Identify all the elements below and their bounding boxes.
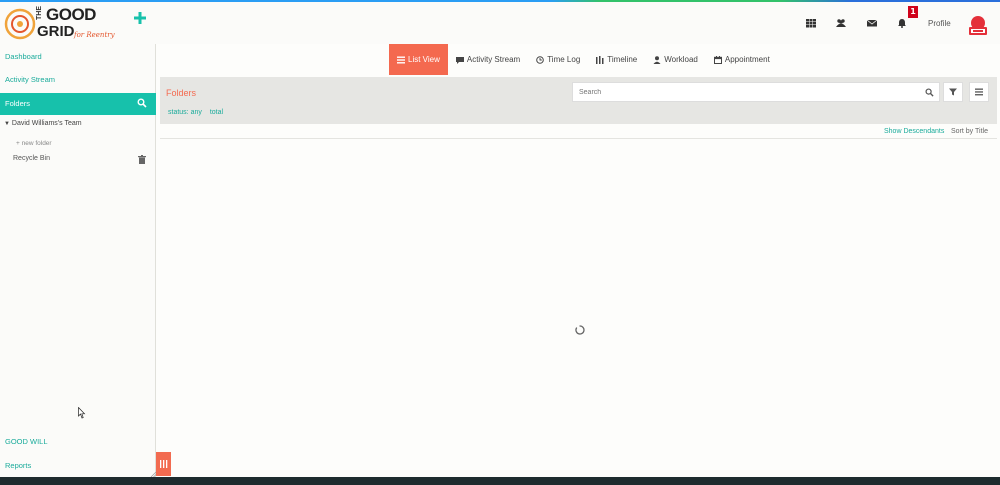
tab-workload[interactable]: Workload	[645, 44, 706, 75]
folders-label: Folders	[5, 99, 31, 108]
sidebar-item-reports[interactable]: Reports	[5, 461, 31, 470]
team-label: David Williams's Team	[11, 120, 82, 127]
logo-line-2: GOOD	[46, 5, 96, 24]
timeline-icon	[596, 55, 604, 64]
filter-button[interactable]	[943, 82, 963, 102]
tab-appointment[interactable]: Appointment	[706, 44, 778, 75]
search-input[interactable]	[573, 83, 939, 101]
sidebar-item-activity-stream[interactable]: Activity Stream	[5, 75, 55, 84]
sidebar-item-folders[interactable]: Folders	[0, 93, 156, 115]
menu-button[interactable]	[969, 82, 989, 102]
trash-icon[interactable]	[138, 155, 146, 164]
search-field[interactable]	[572, 82, 940, 102]
recycle-bin-item[interactable]: Recycle Bin	[13, 155, 50, 162]
mail-icon[interactable]	[867, 18, 877, 28]
view-tabs: List View Activity Stream Time Log Timel…	[389, 44, 778, 75]
loading-spinner-icon	[575, 325, 585, 335]
sidebar: Dashboard Activity Stream Folders ▼ Davi…	[0, 44, 156, 477]
status-filter-link[interactable]: status: any	[168, 109, 202, 116]
tab-time-log[interactable]: Time Log	[528, 44, 588, 75]
list-icon	[397, 56, 405, 63]
show-descendants-link[interactable]: Show Descendants	[884, 128, 944, 135]
tab-timeline[interactable]: Timeline	[588, 44, 645, 75]
user-icon	[653, 55, 661, 64]
logo-tagline: for Reentry	[74, 31, 115, 39]
tab-label: Timeline	[607, 55, 638, 64]
sidebar-item-good-will[interactable]: GOOD WILL	[5, 437, 48, 446]
comment-icon	[455, 56, 464, 64]
folders-toolbar: Folders status: any total	[160, 77, 997, 124]
app-header: THE GOOD GRID for Reentry 1 Profile	[0, 2, 1000, 44]
total-label: total	[209, 109, 224, 116]
tab-label: Activity Stream	[466, 55, 521, 64]
filter-summary: status: any total	[168, 109, 229, 116]
logo-line-1: THE	[36, 6, 43, 20]
calendar-icon	[713, 55, 722, 64]
logo-line-3: GRID	[37, 23, 75, 40]
menu-icon	[975, 88, 983, 96]
tab-activity-stream[interactable]: Activity Stream	[448, 44, 528, 75]
caret-down-icon: ▼	[4, 121, 10, 127]
tab-label: Workload	[664, 55, 698, 64]
add-plus-icon[interactable]	[133, 11, 147, 25]
tab-label: Time Log	[547, 55, 581, 64]
sidebar-item-dashboard[interactable]: Dashboard	[5, 52, 42, 61]
avatar[interactable]	[966, 14, 990, 36]
new-folder-link[interactable]: + new folder	[16, 140, 52, 147]
page-title: Folders	[166, 88, 197, 98]
clock-icon	[536, 55, 545, 64]
grid-icon[interactable]	[806, 18, 816, 28]
tab-list-view[interactable]: List View	[389, 44, 448, 75]
team-tree-node[interactable]: ▼ David Williams's Team	[4, 120, 82, 127]
list-divider	[160, 138, 997, 139]
columns-icon	[160, 460, 168, 468]
tab-label: List View	[408, 55, 440, 64]
bell-icon[interactable]	[897, 18, 907, 28]
bottom-bar	[0, 477, 1000, 485]
folder-search-icon[interactable]	[137, 98, 147, 108]
sidebar-collapse-button[interactable]	[156, 452, 171, 476]
profile-label[interactable]: Profile	[928, 19, 951, 28]
tab-label: Appointment	[724, 55, 770, 64]
notification-badge: 1	[908, 6, 918, 18]
search-icon[interactable]	[925, 88, 934, 97]
filter-icon	[949, 88, 957, 96]
sort-by-link[interactable]: Sort by Title	[951, 128, 988, 135]
people-icon[interactable]	[836, 18, 846, 28]
mouse-pointer-icon	[78, 407, 86, 419]
the-good-grid-logo[interactable]: THE GOOD GRID for Reentry	[4, 5, 116, 43]
